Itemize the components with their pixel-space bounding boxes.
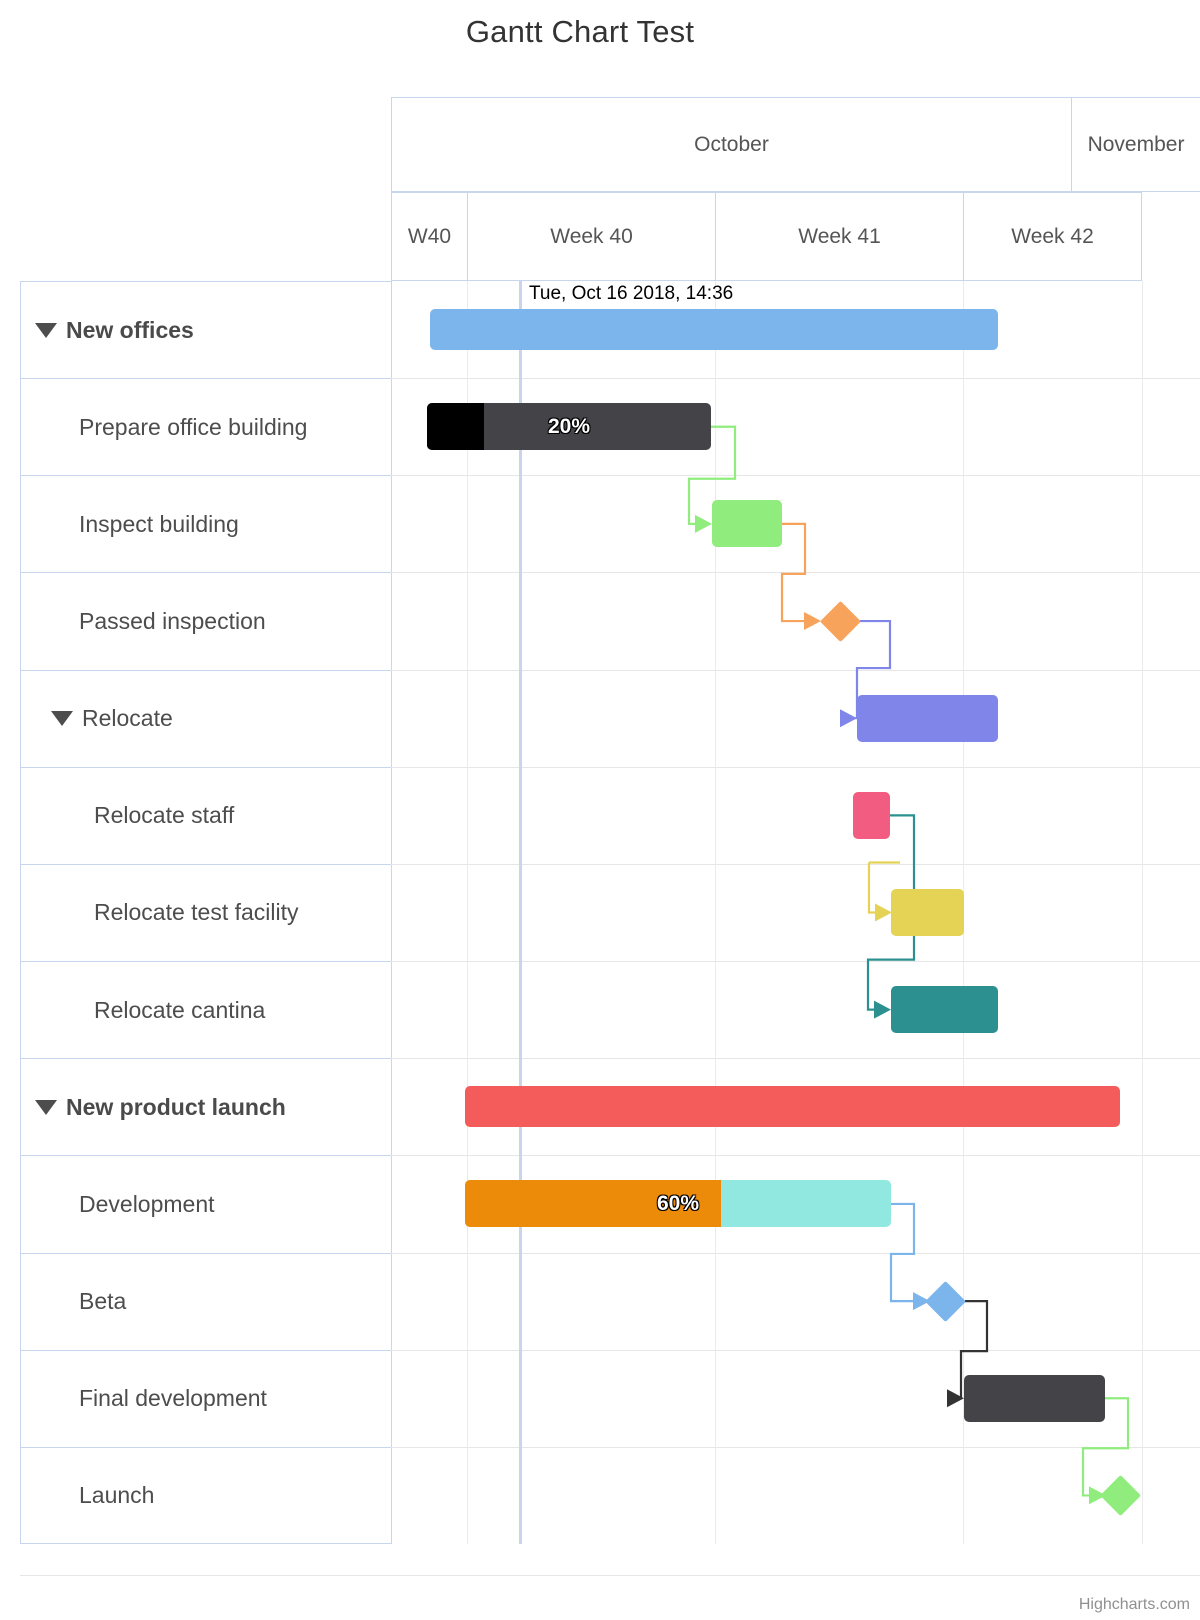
dependency-arrowhead	[875, 903, 892, 922]
xaxis-week-row: W40 Week 40 Week 41 Week 42	[391, 192, 1200, 281]
xaxis-week-label: Week 40	[550, 224, 633, 248]
page-title: Gantt Chart Test	[465, 14, 695, 49]
plot-area: Tue, Oct 16 2018, 14:36 20% 60%	[391, 281, 1200, 1544]
plot-column-gridline	[1142, 281, 1143, 1544]
plot-row-gridline	[391, 961, 1200, 962]
gantt-bar[interactable]	[712, 500, 782, 548]
dependency-connectors	[687, 425, 1130, 1505]
yaxis-task-row[interactable]: Development	[20, 1155, 392, 1253]
gantt-bar[interactable]	[891, 986, 998, 1034]
yaxis-task-label: New offices	[66, 316, 194, 343]
gantt-bar[interactable]: 20%	[427, 403, 711, 451]
plot-column-gridline	[715, 281, 716, 1544]
yaxis-task-label: New product launch	[66, 1093, 286, 1120]
dependency-arrowhead	[840, 709, 857, 728]
yaxis-task-label: Beta	[79, 1288, 127, 1315]
xaxis-month-label: October	[694, 132, 769, 156]
xaxis-month-cell: November	[1071, 97, 1200, 192]
gantt-bar[interactable]	[964, 1374, 1105, 1422]
gantt-bar[interactable]	[857, 694, 998, 742]
yaxis-task-row[interactable]: Beta	[20, 1252, 392, 1350]
dependency-arrowhead	[804, 612, 821, 631]
gantt-bar[interactable]	[430, 309, 998, 351]
xaxis-month-label: November	[1087, 132, 1185, 156]
plot-row-gridline	[391, 767, 1200, 768]
collapse-triangle-icon[interactable]	[35, 1099, 57, 1115]
highcharts-credits[interactable]: Highcharts.com	[1079, 1596, 1190, 1614]
yaxis-task-row[interactable]: Relocate staff	[20, 766, 392, 864]
yaxis-task-column: New offices Prepare office building Inspec…	[20, 281, 392, 1544]
plot-row-gridline	[391, 1058, 1200, 1059]
xaxis-week-label: Week 42	[1011, 224, 1094, 248]
gantt-bar[interactable]	[465, 1086, 1120, 1128]
gantt-bar[interactable]: 60%	[465, 1180, 891, 1228]
xaxis-week-cell: Week 42	[963, 192, 1142, 281]
xaxis-week-cell: Week 41	[715, 192, 963, 281]
gantt-bar[interactable]	[891, 889, 964, 936]
yaxis-task-row[interactable]: Inspect building	[20, 475, 392, 573]
plot-row-gridline	[391, 1447, 1200, 1448]
gantt-chart: Gantt Chart Test October November W40 Week…	[0, 0, 1200, 1620]
milestone-marker[interactable]	[1099, 1474, 1141, 1516]
gantt-bar-progress-label: 60%	[656, 1191, 700, 1215]
yaxis-task-label: Relocate	[82, 705, 173, 732]
yaxis-task-row[interactable]: Passed inspection	[20, 572, 392, 670]
milestone-marker[interactable]	[819, 600, 861, 642]
plot-row-gridline	[391, 572, 1200, 573]
yaxis-task-row[interactable]: Relocate test facility	[20, 863, 392, 962]
collapse-triangle-icon[interactable]	[51, 711, 73, 727]
plot-row-gridline	[391, 864, 1200, 865]
collapse-triangle-icon[interactable]	[35, 322, 57, 338]
bottom-divider	[20, 1575, 1200, 1576]
gantt-bar-progress-label: 20%	[547, 414, 591, 438]
yaxis-task-label: Prepare office building	[79, 413, 308, 440]
plot-column-gridline	[467, 281, 468, 1544]
xaxis-month-cell: October	[391, 97, 1071, 192]
plot-row-gridline	[391, 1155, 1200, 1156]
milestone-marker[interactable]	[924, 1280, 966, 1322]
yaxis-task-label: Inspect building	[79, 510, 239, 537]
current-time-label: Tue, Oct 16 2018, 14:36	[529, 283, 734, 304]
plot-row-gridline	[391, 670, 1200, 671]
dependency-arrowhead	[947, 1389, 964, 1408]
xaxis-week-label: W40	[407, 224, 452, 248]
dependency-arrowhead	[874, 1000, 891, 1019]
yaxis-task-label: Relocate test facility	[94, 899, 299, 926]
dependency-line	[867, 862, 875, 914]
gantt-bar[interactable]	[853, 791, 890, 839]
plot-row-gridline	[391, 1253, 1200, 1254]
yaxis-task-label: Relocate staff	[94, 802, 235, 829]
xaxis-header: October November W40 Week 40 Week 41 Week 42	[391, 97, 1200, 281]
xaxis-week-cell: W40	[391, 192, 467, 281]
yaxis-task-row[interactable]: Relocate cantina	[20, 961, 392, 1059]
yaxis-task-row[interactable]: Prepare office building	[20, 378, 392, 476]
current-time-plotline	[519, 281, 522, 1544]
xaxis-week-cell: Week 40	[467, 192, 715, 281]
yaxis-task-label: Launch	[79, 1481, 155, 1508]
plot-row-gridline	[391, 1350, 1200, 1351]
yaxis-task-label: Passed inspection	[79, 608, 266, 635]
yaxis-task-label: Relocate cantina	[94, 996, 266, 1023]
yaxis-task-row[interactable]: New product launch	[20, 1058, 392, 1156]
yaxis-task-row[interactable]: Relocate	[20, 669, 392, 767]
plot-row-gridline	[391, 475, 1200, 476]
dependency-arrowhead	[695, 514, 712, 533]
yaxis-task-label: Final development	[79, 1385, 267, 1412]
yaxis-task-row[interactable]: Launch	[20, 1446, 392, 1544]
yaxis-task-row[interactable]: New offices	[20, 281, 392, 379]
xaxis-month-row: October November	[391, 97, 1200, 192]
yaxis-task-label: Development	[79, 1190, 215, 1217]
plot-row-gridline	[391, 378, 1200, 379]
yaxis-task-row[interactable]: Final development	[20, 1349, 392, 1447]
xaxis-week-label: Week 41	[798, 224, 881, 248]
